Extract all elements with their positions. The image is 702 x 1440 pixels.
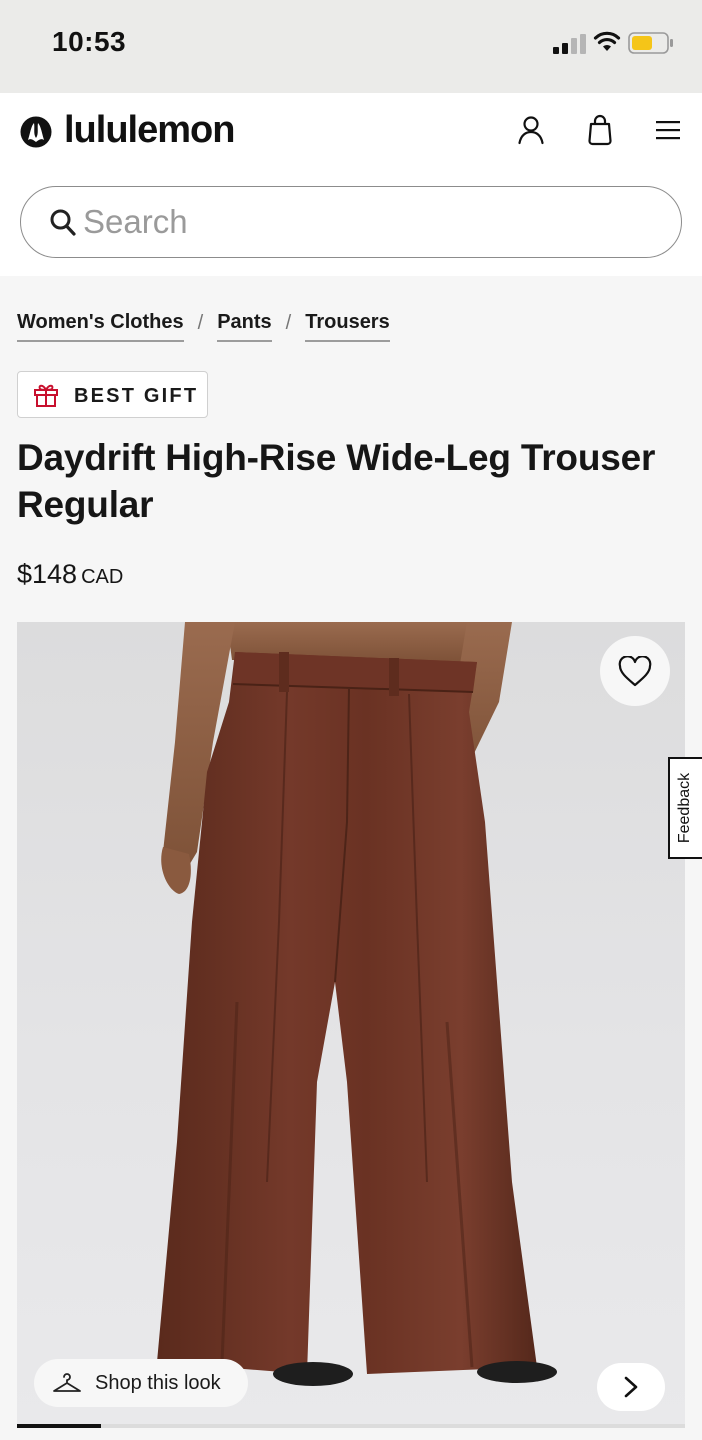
breadcrumb-separator: / bbox=[285, 312, 292, 334]
status-time: 10:53 bbox=[52, 26, 127, 57]
carousel-progress-fill bbox=[17, 1424, 101, 1428]
product-image[interactable]: Shop this look bbox=[17, 622, 685, 1424]
gift-icon bbox=[34, 384, 58, 407]
wifi-icon bbox=[593, 31, 621, 51]
breadcrumb-link-womens-clothes[interactable]: Women's Clothes bbox=[17, 311, 184, 342]
brand-wordmark[interactable]: lululemon bbox=[64, 109, 235, 152]
shop-this-look-label: Shop this look bbox=[95, 1372, 221, 1394]
status-bar: 10:53 bbox=[0, 0, 702, 93]
feedback-tab[interactable]: Feedback bbox=[668, 757, 702, 859]
price-amount: $148 bbox=[17, 559, 78, 589]
next-image-button[interactable] bbox=[597, 1363, 665, 1411]
breadcrumb-link-pants[interactable]: Pants bbox=[217, 311, 272, 342]
battery-icon bbox=[628, 32, 673, 54]
carousel-progress bbox=[17, 1424, 685, 1428]
product-title: Daydrift High-Rise Wide-Leg Trouser Regu… bbox=[17, 437, 656, 525]
lululemon-logo-icon[interactable] bbox=[20, 116, 52, 148]
signal-icon bbox=[553, 34, 586, 54]
breadcrumb: Women's Clothes / Pants / Trousers bbox=[17, 311, 390, 342]
search-input[interactable]: Search bbox=[20, 186, 682, 258]
best-gift-badge: BEST GIFT bbox=[17, 371, 208, 418]
hanger-icon bbox=[53, 1373, 81, 1392]
shopping-bag-icon[interactable] bbox=[586, 114, 614, 146]
chevron-right-icon bbox=[624, 1376, 638, 1398]
menu-icon[interactable] bbox=[654, 119, 682, 141]
breadcrumb-link-trousers[interactable]: Trousers bbox=[305, 311, 390, 342]
product-price: $148 CAD bbox=[17, 559, 123, 590]
product-photo-trousers bbox=[157, 622, 557, 1386]
badge-label: BEST GIFT bbox=[74, 385, 199, 407]
price-currency: CAD bbox=[81, 566, 124, 588]
search-placeholder: Search bbox=[83, 203, 188, 240]
account-icon[interactable] bbox=[516, 115, 546, 145]
breadcrumb-separator: / bbox=[197, 312, 204, 334]
site-header: lululemon Search bbox=[0, 93, 702, 276]
search-icon bbox=[50, 209, 76, 236]
feedback-label: Feedback bbox=[676, 772, 693, 844]
wishlist-button[interactable] bbox=[600, 636, 670, 706]
heart-icon bbox=[618, 656, 652, 687]
shop-this-look-button[interactable]: Shop this look bbox=[34, 1359, 248, 1407]
